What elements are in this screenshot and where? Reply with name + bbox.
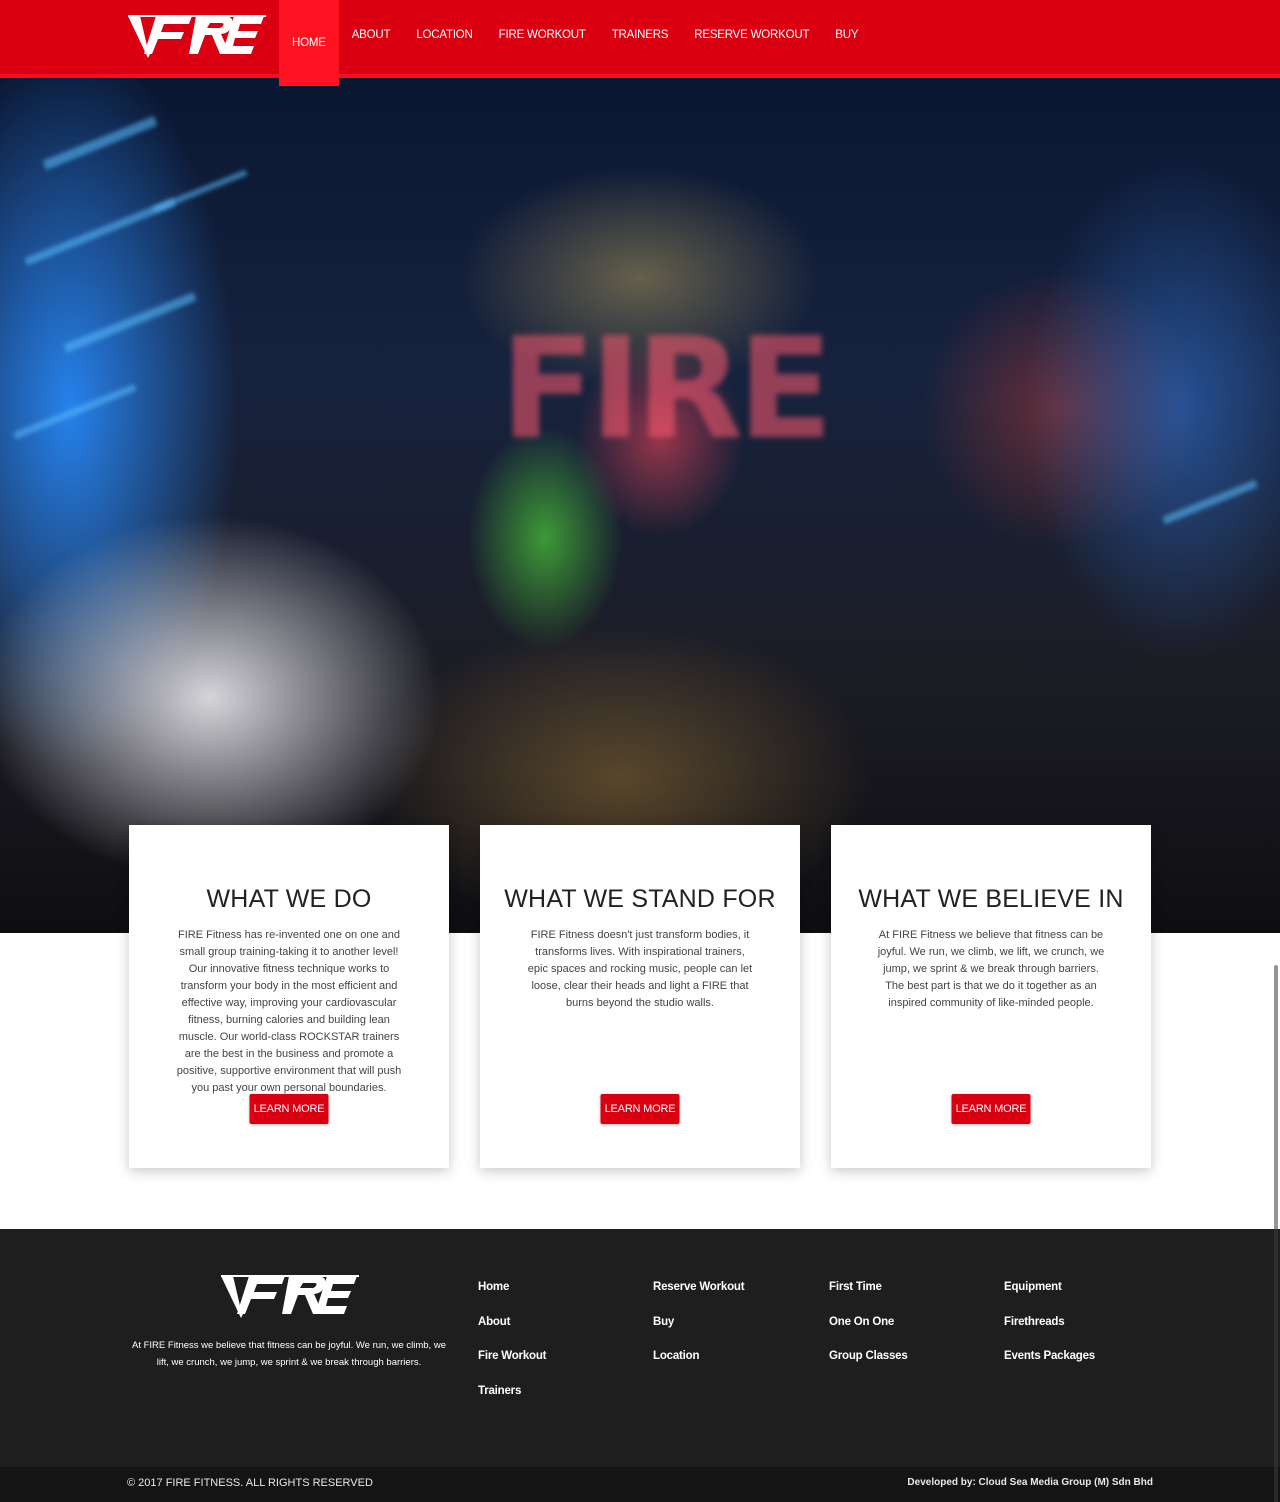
light-streak: [13, 383, 137, 440]
footer-link-group-classes[interactable]: Group Classes: [829, 1350, 908, 1385]
footer-links-column: Reserve Workout Buy Location: [653, 1281, 745, 1385]
footer-link-about[interactable]: About: [478, 1316, 546, 1351]
learn-more-button[interactable]: LEARN MORE: [600, 1094, 680, 1124]
card-title: WHAT WE STAND FOR: [504, 885, 776, 913]
nav-home[interactable]: HOME: [279, 0, 339, 86]
hero-fire-sign: FIRE: [500, 308, 833, 471]
footer-link-equipment[interactable]: Equipment: [1004, 1281, 1095, 1316]
footer-bottom-bar: © 2017 FIRE FITNESS. ALL RIGHTS RESERVED…: [0, 1467, 1280, 1502]
footer-link-fire-workout[interactable]: Fire Workout: [478, 1350, 547, 1385]
card-title: WHAT WE BELIEVE IN: [858, 885, 1124, 913]
footer-link-events-packages[interactable]: Events Packages: [1004, 1350, 1095, 1385]
main-nav: HOME ABOUT LOCATION FIRE WORKOUT TRAINER…: [279, 0, 871, 86]
card-what-we-believe-in: WHAT WE BELIEVE IN At FIRE Fitness we be…: [831, 825, 1151, 1168]
footer-links-column: First Time One On One Group Classes: [829, 1281, 908, 1385]
developer-credit[interactable]: Developed by: Cloud Sea Media Group (M) …: [907, 1477, 1153, 1488]
light-streak: [152, 169, 248, 213]
card-what-we-do: WHAT WE DO FIRE Fitness has re-invented …: [129, 825, 449, 1168]
site-footer: At FIRE Fitness we believe that fitness …: [0, 1229, 1280, 1467]
nav-trainers[interactable]: TRAINERS: [599, 0, 682, 70]
card-text: At FIRE Fitness we believe that fitness …: [877, 929, 1105, 1009]
hero-image: FIRE: [0, 78, 1280, 933]
page-scrollbar[interactable]: [1274, 965, 1278, 1502]
fire-logo-icon: [128, 15, 266, 58]
card-text: FIRE Fitness has re-invented one on one …: [176, 929, 402, 1094]
learn-more-button[interactable]: LEARN MORE: [951, 1094, 1031, 1124]
light-streak: [1162, 479, 1258, 525]
card-text: FIRE Fitness doesn't just transform bodi…: [527, 929, 753, 1009]
footer-link-trainers[interactable]: Trainers: [478, 1385, 546, 1420]
light-streak: [42, 115, 158, 171]
footer-link-first-time[interactable]: First Time: [829, 1281, 908, 1316]
footer-link-one-on-one[interactable]: One On One: [829, 1316, 908, 1351]
footer-link-home[interactable]: Home: [478, 1281, 546, 1316]
site-header: HOME ABOUT LOCATION FIRE WORKOUT TRAINER…: [0, 0, 1280, 86]
nav-buy[interactable]: BUY: [822, 0, 871, 70]
nav-location[interactable]: LOCATION: [403, 0, 485, 70]
fire-logo-icon: [221, 1275, 359, 1318]
nav-reserve-workout[interactable]: RESERVE WORKOUT: [681, 0, 822, 70]
footer-link-location[interactable]: Location: [653, 1350, 744, 1385]
nav-fire-workout[interactable]: FIRE WORKOUT: [486, 0, 599, 70]
footer-links-column: Equipment Firethreads Events Packages: [1004, 1281, 1095, 1385]
footer-about-text: At FIRE Fitness we believe that fitness …: [132, 1340, 446, 1368]
footer-link-buy[interactable]: Buy: [653, 1316, 744, 1351]
learn-more-button[interactable]: LEARN MORE: [249, 1094, 329, 1124]
card-title: WHAT WE DO: [206, 885, 372, 913]
footer-links-column: Home About Fire Workout Trainers: [478, 1281, 547, 1420]
card-what-we-stand-for: WHAT WE STAND FOR FIRE Fitness doesn't j…: [480, 825, 800, 1168]
footer-link-reserve-workout[interactable]: Reserve Workout: [653, 1281, 745, 1316]
nav-about[interactable]: ABOUT: [339, 0, 404, 70]
copyright-text: © 2017 FIRE FITNESS. ALL RIGHTS RESERVED: [127, 1477, 373, 1489]
light-streak: [63, 292, 197, 353]
footer-link-firethreads[interactable]: Firethreads: [1004, 1316, 1095, 1351]
